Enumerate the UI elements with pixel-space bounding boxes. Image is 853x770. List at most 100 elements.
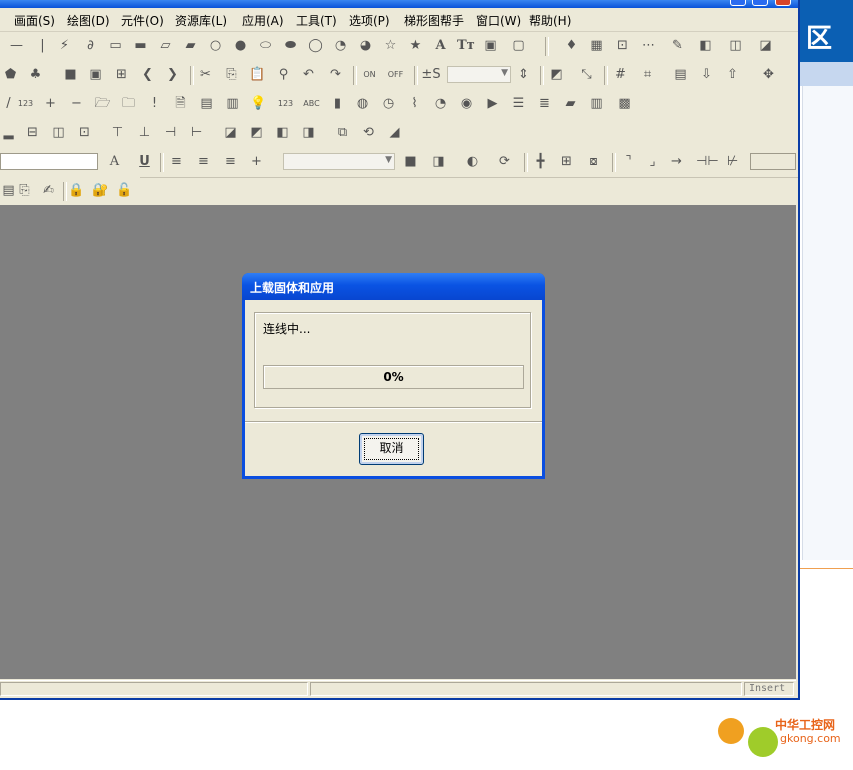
connector-up-icon[interactable]: ⌟: [644, 153, 661, 170]
list-icon[interactable]: ☰: [510, 95, 527, 112]
text-frame-icon[interactable]: ◩: [548, 66, 565, 83]
bar-icon[interactable]: ▮: [329, 95, 346, 112]
cross-icon[interactable]: ╋: [532, 153, 549, 170]
menu-object[interactable]: 元件(O): [121, 12, 164, 29]
folder-tab-icon[interactable]: ▰: [562, 95, 579, 112]
crosshair-icon[interactable]: +: [248, 153, 265, 170]
numeric-icon[interactable]: 123: [17, 95, 34, 112]
menu-options[interactable]: 选项(P): [349, 12, 390, 29]
filled-parallelogram-icon[interactable]: ▰: [182, 37, 199, 54]
maximize-button[interactable]: [752, 0, 768, 6]
ascii-icon[interactable]: ▤: [198, 95, 215, 112]
ellipse-icon[interactable]: ⬭: [257, 37, 274, 54]
grid-object-icon[interactable]: ⊞: [113, 66, 130, 83]
frame-icon[interactable]: ▢: [510, 37, 527, 54]
menu-list-icon[interactable]: ≣: [536, 95, 553, 112]
trend-icon[interactable]: ⌇: [406, 95, 423, 112]
plus-icon[interactable]: +: [42, 95, 59, 112]
menu-application[interactable]: 应用(A): [242, 12, 284, 29]
page-icon[interactable]: ▤: [0, 182, 17, 199]
style-combo[interactable]: ▼: [283, 153, 395, 170]
rotate-icon[interactable]: ⟲: [360, 124, 377, 141]
copy-icon[interactable]: ⎘: [223, 66, 240, 83]
menu-tools[interactable]: 工具(T): [296, 12, 337, 29]
scroll-icon[interactable]: ▥: [588, 95, 605, 112]
minimize-button[interactable]: [730, 0, 746, 6]
node-icon[interactable]: ⧇: [585, 153, 602, 170]
folder-icon[interactable]: 🗀: [120, 95, 137, 112]
parallelogram-icon[interactable]: ▱: [157, 37, 174, 54]
filled-star-icon[interactable]: ★: [407, 37, 424, 54]
close-button[interactable]: [775, 0, 791, 6]
pen-icon[interactable]: ✎: [669, 37, 686, 54]
lamp-icon[interactable]: ⬟: [2, 66, 19, 83]
tree-icon[interactable]: ♣: [27, 66, 44, 83]
undo-icon[interactable]: ↶: [300, 66, 317, 83]
on-state-icon[interactable]: ON: [361, 66, 378, 83]
connector-down-icon[interactable]: ⌝: [620, 153, 637, 170]
download-icon[interactable]: ⇩: [698, 66, 715, 83]
menu-ladder-helper[interactable]: 梯形图帮手: [404, 12, 464, 29]
clock-icon[interactable]: ◷: [380, 95, 397, 112]
color-fill-icon[interactable]: ■: [402, 153, 419, 170]
vertical-line-icon[interactable]: |: [34, 37, 51, 54]
lock-icon[interactable]: 🔒: [68, 182, 85, 199]
distribute-horizontal-icon[interactable]: ◫: [50, 124, 67, 141]
puzzle-icon[interactable]: ✥: [760, 66, 777, 83]
bitmap-icon[interactable]: ▣: [482, 37, 499, 54]
contact-icon[interactable]: ⊣⊢: [696, 153, 719, 170]
alarm-icon[interactable]: !: [146, 95, 163, 112]
copy-page-icon[interactable]: ⎘: [16, 182, 33, 199]
next-icon[interactable]: ❯: [164, 66, 181, 83]
group-icon[interactable]: ◫: [727, 37, 744, 54]
bring-forward-icon[interactable]: ◧: [274, 124, 291, 141]
state-combo[interactable]: ▼: [447, 66, 511, 83]
compile-icon[interactable]: ▤: [672, 66, 689, 83]
font-name-field[interactable]: [0, 153, 98, 170]
slash-icon[interactable]: /: [0, 95, 17, 112]
extra-field[interactable]: [750, 153, 796, 170]
flip-icon[interactable]: ⧉: [334, 124, 351, 141]
window-object-icon[interactable]: ▣: [87, 66, 104, 83]
menu-library[interactable]: 资源库(L): [175, 12, 227, 29]
filled-circle-icon[interactable]: ●: [232, 37, 249, 54]
contact-neg-icon[interactable]: ⊬: [724, 153, 741, 170]
move-up-icon[interactable]: ⊤: [109, 124, 126, 141]
box-cross-icon[interactable]: ⊞: [558, 153, 575, 170]
video-icon[interactable]: ▶: [484, 95, 501, 112]
disc-icon[interactable]: ◍: [354, 95, 371, 112]
menu-help[interactable]: 帮助(H): [529, 12, 571, 29]
skew-icon[interactable]: ◢: [386, 124, 403, 141]
filled-rectangle-icon[interactable]: ▬: [132, 37, 149, 54]
previous-icon[interactable]: ❮: [139, 66, 156, 83]
stamp-icon[interactable]: ▩: [616, 95, 633, 112]
menu-draw[interactable]: 绘图(D): [67, 12, 110, 29]
arc-icon[interactable]: ◯: [307, 37, 324, 54]
text-display-icon[interactable]: ABC: [303, 95, 320, 112]
minus-icon[interactable]: −: [68, 95, 85, 112]
menu-window[interactable]: 窗口(W): [476, 12, 521, 29]
paste-icon[interactable]: 📋: [249, 66, 266, 83]
filled-ellipse-icon[interactable]: ⬬: [282, 37, 299, 54]
document-icon[interactable]: 🗎: [172, 95, 189, 112]
cut-icon[interactable]: ✂: [197, 66, 214, 83]
align-left-icon[interactable]: ≡: [168, 153, 185, 170]
record-icon[interactable]: ◉: [458, 95, 475, 112]
button-object-icon[interactable]: ■: [62, 66, 79, 83]
spin-icon[interactable]: ⇕: [515, 66, 532, 83]
line-color-icon[interactable]: ◨: [430, 153, 447, 170]
curve-icon[interactable]: ∂: [82, 37, 99, 54]
star-icon[interactable]: ☆: [382, 37, 399, 54]
ungroup-icon[interactable]: ◪: [757, 37, 774, 54]
filled-pie-icon[interactable]: ◕: [357, 37, 374, 54]
snap-icon[interactable]: ⌗: [639, 66, 656, 83]
scale-icon[interactable]: ⊡: [614, 37, 631, 54]
menu-screen[interactable]: 画面(S): [14, 12, 55, 29]
move-right-icon[interactable]: ⊢: [188, 124, 205, 141]
distribute-vertical-icon[interactable]: ⊟: [24, 124, 41, 141]
circle-icon[interactable]: ○: [207, 37, 224, 54]
font-size-icon[interactable]: A: [106, 153, 123, 170]
text-tool2-icon[interactable]: Tт: [457, 37, 475, 54]
move-left-icon[interactable]: ⊣: [162, 124, 179, 141]
edit-page-icon[interactable]: ✍: [40, 182, 57, 199]
